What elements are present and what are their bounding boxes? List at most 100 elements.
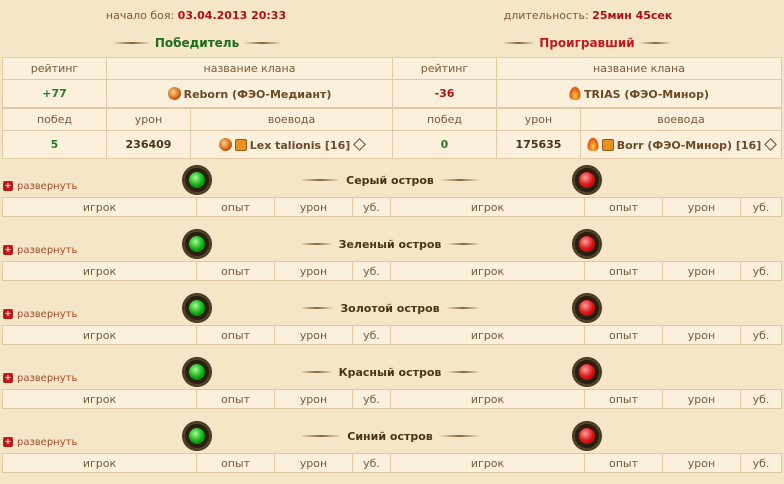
- red-gem-icon: [572, 229, 602, 259]
- player-header[interactable]: игрок: [390, 197, 585, 217]
- loser-leader-cell: Borr (ФЭО-Минор) [16]: [580, 130, 782, 159]
- player-header[interactable]: игрок: [2, 389, 197, 409]
- ornament-right: [243, 42, 282, 44]
- exp-header[interactable]: опыт: [196, 389, 275, 409]
- exp-header[interactable]: опыт: [584, 325, 663, 345]
- kills-header[interactable]: уб.: [352, 325, 391, 345]
- player-header[interactable]: игрок: [2, 325, 197, 345]
- battle-start-value: 03.04.2013 20:33: [177, 9, 287, 22]
- island-name-banner: Синий остров: [300, 427, 481, 445]
- exp-header[interactable]: опыт: [584, 389, 663, 409]
- player-header[interactable]: игрок: [2, 197, 197, 217]
- damage-header[interactable]: урон: [274, 453, 353, 473]
- kills-header[interactable]: уб.: [740, 453, 782, 473]
- loser-leader-name[interactable]: Borr (ФЭО-Минор) [16]: [617, 139, 761, 152]
- plus-icon: +: [3, 181, 13, 191]
- kills-header[interactable]: уб.: [352, 389, 391, 409]
- winner-label: Победитель: [154, 36, 240, 50]
- loser-wins: 0: [392, 130, 497, 159]
- island-name: Синий остров: [347, 429, 433, 443]
- winner-damage-header: урон: [106, 108, 191, 131]
- winner-leader-name[interactable]: Lex talionis [16]: [250, 139, 351, 152]
- damage-header[interactable]: урон: [662, 325, 741, 345]
- damage-header[interactable]: урон: [662, 197, 741, 217]
- damage-header[interactable]: урон: [274, 261, 353, 281]
- flame-clan-icon: [569, 86, 581, 100]
- island-section: + развернуть Синий остров игрок опыт уро…: [0, 421, 784, 484]
- player-header[interactable]: игрок: [390, 453, 585, 473]
- ornament-left: [300, 243, 333, 245]
- green-gem-icon: [182, 229, 212, 259]
- island-name: Серый остров: [346, 173, 434, 187]
- info-diamond-icon[interactable]: [353, 137, 367, 151]
- expand-toggle[interactable]: + развернуть: [3, 435, 77, 449]
- exp-header[interactable]: опыт: [584, 197, 663, 217]
- kills-header[interactable]: уб.: [740, 261, 782, 281]
- exp-header[interactable]: опыт: [196, 197, 275, 217]
- winner-clan-header: название клана: [106, 57, 393, 80]
- exp-header[interactable]: опыт: [584, 261, 663, 281]
- damage-header[interactable]: урон: [662, 261, 741, 281]
- damage-header[interactable]: урон: [274, 197, 353, 217]
- kills-header[interactable]: уб.: [352, 197, 391, 217]
- player-header[interactable]: игрок: [390, 389, 585, 409]
- ornament-right: [439, 179, 480, 181]
- island-players-table: игрок опыт урон уб. игрок опыт урон уб.: [2, 261, 782, 281]
- expand-toggle[interactable]: + развернуть: [3, 179, 77, 193]
- swirl-clan-icon: [218, 137, 232, 151]
- expand-label: развернуть: [17, 372, 78, 384]
- expand-label: развернуть: [17, 244, 78, 256]
- winner-rating-header: рейтинг: [2, 57, 107, 80]
- plus-icon: +: [3, 245, 13, 255]
- plus-icon: +: [3, 373, 13, 383]
- red-gem-icon: [572, 421, 602, 451]
- rank-icon: [234, 138, 247, 151]
- ornament-left: [502, 42, 536, 44]
- damage-header[interactable]: урон: [662, 453, 741, 473]
- kills-header[interactable]: уб.: [740, 389, 782, 409]
- ornament-left: [112, 42, 151, 44]
- exp-header[interactable]: опыт: [196, 261, 275, 281]
- player-header[interactable]: игрок: [2, 261, 197, 281]
- swirl-clan-icon: [167, 86, 181, 100]
- island-section: + развернуть Зеленый остров игрок опыт у…: [0, 229, 784, 307]
- damage-header[interactable]: урон: [274, 325, 353, 345]
- island-section: + развернуть Красный остров игрок опыт у…: [0, 357, 784, 435]
- ornament-right: [447, 243, 481, 245]
- winner-clan-name[interactable]: Reborn (ФЭО-Медиант): [184, 88, 332, 101]
- exp-header[interactable]: опыт: [196, 325, 275, 345]
- plus-icon: +: [3, 309, 13, 319]
- kills-header[interactable]: уб.: [352, 453, 391, 473]
- island-name-banner: Золотой остров: [300, 299, 480, 317]
- island-name: Зеленый остров: [338, 237, 442, 251]
- loser-label: Проигравший: [539, 36, 635, 50]
- green-gem-icon: [182, 421, 212, 451]
- battle-info-row: начало боя: 03.04.2013 20:33 длительност…: [0, 2, 784, 29]
- expand-toggle[interactable]: + развернуть: [3, 307, 77, 321]
- expand-toggle[interactable]: + развернуть: [3, 371, 77, 385]
- winner-leader-header: воевода: [190, 108, 393, 131]
- loser-clan-name[interactable]: TRIAS (ФЭО-Минор): [584, 88, 709, 101]
- island-name-banner: Серый остров: [300, 171, 480, 189]
- player-header[interactable]: игрок: [390, 261, 585, 281]
- damage-header[interactable]: урон: [662, 389, 741, 409]
- kills-header[interactable]: уб.: [740, 197, 782, 217]
- player-header[interactable]: игрок: [2, 453, 197, 473]
- info-diamond-icon[interactable]: [764, 138, 778, 151]
- kills-header[interactable]: уб.: [352, 261, 391, 281]
- plus-icon: +: [3, 437, 13, 447]
- loser-damage: 175635: [496, 130, 581, 159]
- loser-damage-header: урон: [496, 108, 581, 131]
- exp-header[interactable]: опыт: [584, 453, 663, 473]
- expand-label: развернуть: [17, 180, 78, 192]
- damage-header[interactable]: урон: [274, 389, 353, 409]
- player-header[interactable]: игрок: [390, 325, 585, 345]
- island-section: + развернуть Серый остров игрок опыт уро…: [0, 165, 784, 243]
- green-gem-icon: [182, 165, 212, 195]
- ornament-right: [438, 435, 481, 437]
- expand-toggle[interactable]: + развернуть: [3, 243, 77, 257]
- island-name: Золотой остров: [340, 301, 440, 315]
- red-gem-icon: [572, 165, 602, 195]
- exp-header[interactable]: опыт: [196, 453, 275, 473]
- kills-header[interactable]: уб.: [740, 325, 782, 345]
